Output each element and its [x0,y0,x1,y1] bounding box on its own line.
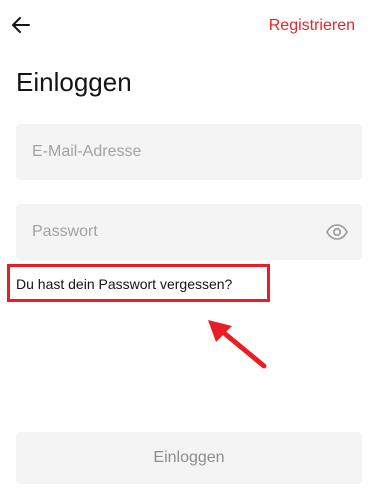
register-link[interactable]: Registrieren [269,16,355,36]
login-button[interactable]: Einloggen [16,432,362,484]
eye-icon [326,224,348,240]
back-button[interactable] [8,12,34,38]
arrow-left-icon [11,15,31,35]
password-field-container [16,204,362,260]
email-field-container [16,124,362,180]
show-password-toggle[interactable] [326,221,348,243]
forgot-password-link[interactable]: Du hast dein Passwort vergessen? [16,275,232,293]
annotation-arrow-icon [200,312,272,372]
page-title: Einloggen [16,67,132,97]
email-field[interactable] [16,124,362,180]
password-field[interactable] [16,204,362,260]
